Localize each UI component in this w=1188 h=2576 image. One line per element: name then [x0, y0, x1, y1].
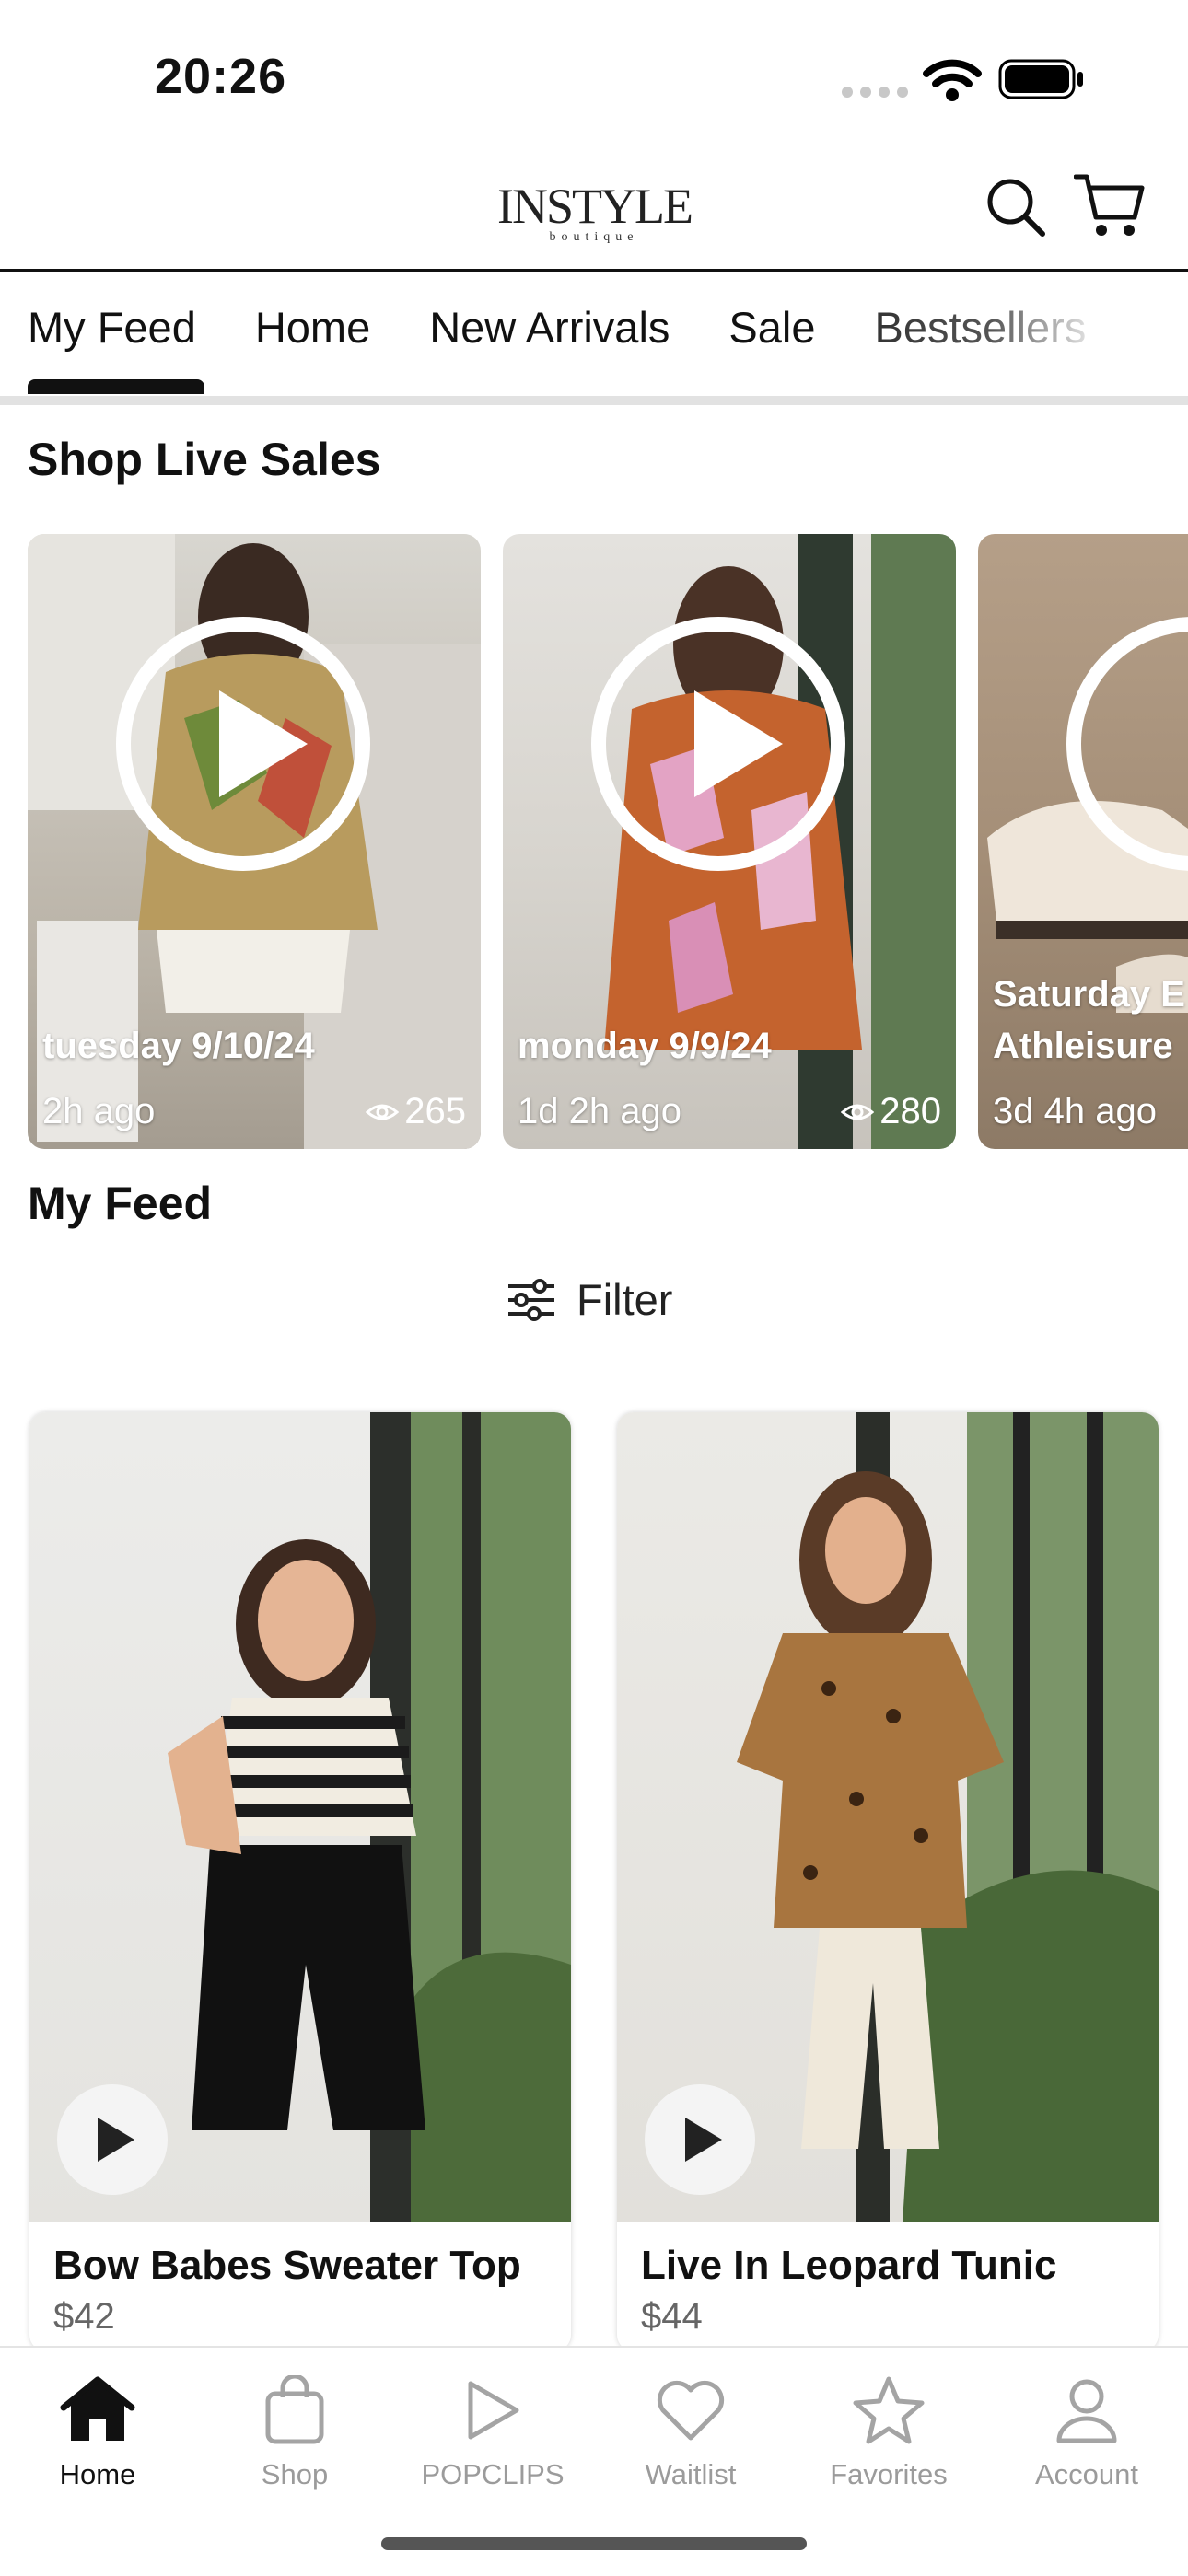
tab-sale[interactable]: Sale — [728, 302, 815, 353]
product-card[interactable]: Live In Leopard Tunic $44 — [617, 1412, 1159, 2351]
live-sale-date: Saturday E Athleisure — [993, 974, 1185, 1066]
cellular-signal-icon — [842, 87, 908, 98]
heart-icon — [657, 2380, 725, 2441]
cart-icon[interactable] — [1074, 171, 1147, 241]
live-sale-card[interactable]: tuesday 9/10/24 2h ago 265 — [28, 534, 481, 1149]
home-icon — [60, 2376, 135, 2441]
battery-icon — [998, 59, 1083, 99]
live-sale-card[interactable]: monday 9/9/24 1d 2h ago 280 — [503, 534, 956, 1149]
wifi-icon — [923, 59, 982, 101]
brand-logo[interactable]: INSTYLE boutique — [497, 180, 693, 245]
nav-favorites[interactable]: Favorites — [797, 2366, 981, 2491]
live-sale-date: monday 9/9/24 — [518, 1026, 772, 1066]
live-sale-time-ago: 1d 2h ago — [518, 1091, 681, 1131]
live-sale-time-ago: 2h ago — [42, 1091, 156, 1131]
search-icon[interactable] — [984, 175, 1048, 239]
person-icon — [1056, 2379, 1117, 2443]
nav-shop[interactable]: Shop — [203, 2366, 387, 2491]
category-tabs: My Feed Home New Arrivals Sale Bestselle… — [28, 302, 1145, 353]
product-name: Bow Babes Sweater Top — [53, 2243, 521, 2288]
home-indicator[interactable] — [381, 2537, 807, 2550]
play-video-button[interactable] — [645, 2084, 755, 2195]
live-sale-time-ago: 3d 4h ago — [993, 1091, 1157, 1131]
status-time: 20:26 — [155, 49, 287, 104]
tab-new-arrivals[interactable]: New Arrivals — [429, 302, 670, 353]
eye-icon — [366, 1104, 400, 1120]
live-sale-views: 265 — [366, 1091, 466, 1132]
tab-my-feed[interactable]: My Feed — [28, 302, 196, 353]
product-price: $44 — [641, 2296, 703, 2337]
tabs-divider — [0, 396, 1188, 405]
nav-home[interactable]: Home — [6, 2366, 190, 2491]
live-sale-card[interactable]: Saturday E Athleisure 3d 4h ago — [978, 534, 1188, 1149]
product-price: $42 — [53, 2296, 115, 2337]
play-icon — [219, 690, 308, 797]
filter-label: Filter — [577, 1275, 673, 1324]
product-card[interactable]: Bow Babes Sweater Top $42 — [29, 1412, 571, 2351]
play-video-button[interactable] — [57, 2084, 168, 2195]
play-icon — [468, 2381, 519, 2440]
filter-button[interactable]: Filter — [507, 1274, 672, 1325]
product-name: Live In Leopard Tunic — [641, 2243, 1057, 2288]
shopping-bag-icon — [265, 2375, 324, 2444]
active-tab-indicator — [28, 379, 204, 394]
nav-waitlist[interactable]: Waitlist — [599, 2366, 783, 2491]
tab-home[interactable]: Home — [255, 302, 370, 353]
eye-icon — [841, 1104, 875, 1120]
star-icon — [853, 2376, 925, 2444]
sliders-icon — [508, 1278, 554, 1321]
live-sale-date: tuesday 9/10/24 — [42, 1026, 315, 1066]
nav-account[interactable]: Account — [995, 2366, 1179, 2491]
live-sale-views: 280 — [841, 1091, 941, 1132]
nav-popclips[interactable]: POPCLIPS — [401, 2366, 585, 2491]
tab-bestsellers[interactable]: Bestsellers — [874, 302, 1086, 353]
header-divider — [0, 269, 1188, 272]
play-icon — [694, 690, 783, 797]
my-feed-title: My Feed — [28, 1178, 213, 1229]
live-sales-title: Shop Live Sales — [28, 434, 381, 485]
